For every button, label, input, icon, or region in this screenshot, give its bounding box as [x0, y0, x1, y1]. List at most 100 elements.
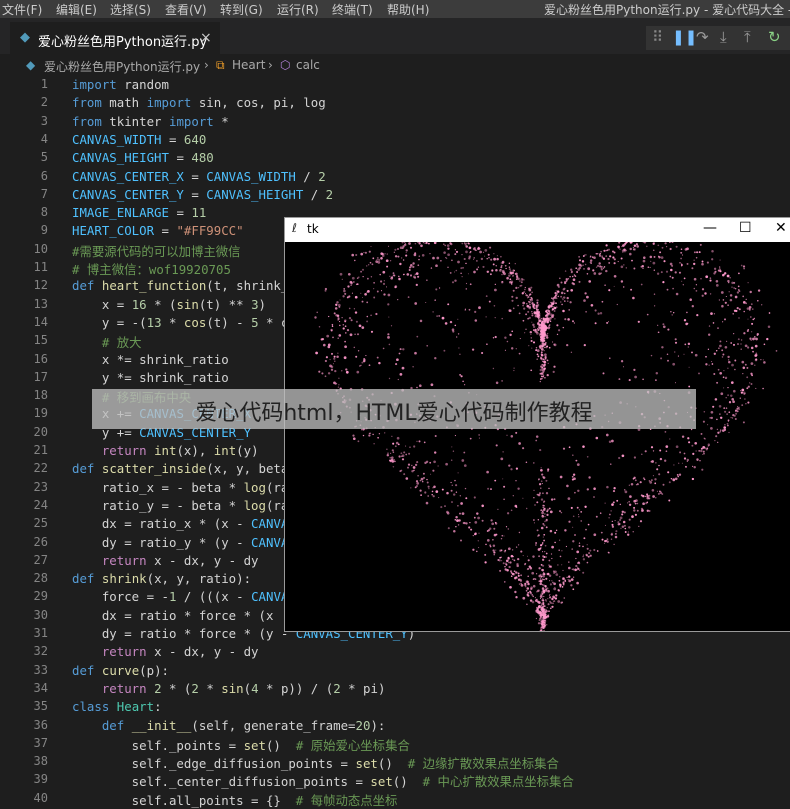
breadcrumb-class[interactable]: Heart [232, 58, 265, 72]
menu-run[interactable]: 运行(R) [277, 1, 319, 18]
menu-go[interactable]: 转到(G) [220, 1, 263, 18]
heart-particle [536, 618, 537, 619]
step-into-icon[interactable]: ⤓ [720, 28, 727, 46]
code-line[interactable]: 33def curve(p): [0, 662, 790, 680]
heart-particle [564, 529, 566, 531]
heart-particle [555, 295, 556, 296]
heart-particle [477, 517, 480, 520]
heart-particle [460, 502, 463, 505]
code-line[interactable]: 7CANVAS_CENTER_Y = CANVAS_HEIGHT / 2 [0, 186, 790, 204]
maximize-button[interactable]: ☐ [739, 220, 752, 236]
line-number: 37 [0, 736, 48, 750]
heart-particle [684, 278, 686, 280]
heart-particle [670, 311, 671, 312]
heart-particle [356, 321, 358, 323]
heart-particle [726, 407, 728, 409]
heart-particle [478, 533, 479, 534]
heart-particle [698, 372, 700, 374]
heart-particle [458, 519, 460, 521]
heart-particle [633, 248, 636, 251]
heart-particle [529, 294, 531, 296]
code-line[interactable]: 4CANVAS_WIDTH = 640 [0, 131, 790, 149]
heart-particle [634, 456, 636, 458]
heart-particle [406, 273, 409, 276]
code-line[interactable]: 39 self._center_diffusion_points = set()… [0, 771, 790, 789]
tk-titlebar[interactable]: ℓ tk — ☐ ✕ [285, 218, 790, 242]
minimize-button[interactable]: — [703, 220, 717, 236]
heart-particle [717, 432, 719, 434]
heart-particle [717, 327, 719, 329]
heart-particle [486, 295, 488, 297]
breadcrumb-method[interactable]: calc [296, 58, 320, 72]
heart-particle [531, 340, 533, 342]
code-line[interactable]: 32 return x - dx, y - dy [0, 643, 790, 661]
heart-particle [507, 435, 508, 436]
step-over-icon[interactable]: ↷ [696, 28, 709, 46]
heart-particle [546, 553, 548, 555]
editor-tab[interactable]: ◆ 爱心粉丝色用Python运行.py × [10, 22, 220, 54]
heart-particle [595, 309, 597, 311]
close-icon[interactable]: × [200, 30, 212, 46]
heart-particle [583, 558, 585, 560]
heart-particle [676, 445, 679, 448]
heart-particle [738, 273, 740, 275]
code-line[interactable]: 3from tkinter import * [0, 113, 790, 131]
heart-particle [538, 318, 539, 319]
heart-particle [553, 582, 556, 585]
code-line[interactable]: 36 def __init__(self, generate_frame=20)… [0, 717, 790, 735]
menu-selection[interactable]: 选择(S) [110, 1, 151, 18]
menu-terminal[interactable]: 终端(T) [332, 1, 373, 18]
heart-particle [559, 584, 562, 587]
code-line[interactable]: 38 self._edge_diffusion_points = set() #… [0, 753, 790, 771]
heart-particle [687, 323, 689, 325]
close-button[interactable]: ✕ [775, 220, 787, 236]
grip-icon[interactable]: ⠿ [652, 28, 663, 46]
heart-particle [653, 450, 654, 451]
code-line[interactable]: 2from math import sin, cos, pi, log [0, 94, 790, 112]
menu-view[interactable]: 查看(V) [165, 1, 207, 18]
menu-help[interactable]: 帮助(H) [387, 1, 429, 18]
heart-particle [562, 310, 565, 313]
heart-particle [723, 274, 725, 276]
heart-particle [547, 598, 548, 599]
code-line[interactable]: 35class Heart: [0, 698, 790, 716]
code-line[interactable]: 6CANVAS_CENTER_X = CANVAS_WIDTH / 2 [0, 168, 790, 186]
line-number: 2 [0, 95, 48, 109]
code-line[interactable]: 34 return 2 * (2 * sin(4 * p)) / (2 * pi… [0, 680, 790, 698]
heart-particle [500, 266, 502, 268]
heart-particle [557, 284, 560, 287]
code-line[interactable]: 40 self.all_points = {} # 每帧动态点坐标 [0, 790, 790, 808]
heart-particle [503, 498, 505, 500]
step-out-icon[interactable]: ⤒ [744, 28, 751, 46]
heart-particle [530, 592, 532, 594]
heart-particle [544, 350, 545, 351]
heart-particle [345, 332, 347, 334]
heart-particle [420, 245, 423, 248]
heart-particle [540, 381, 541, 382]
heart-particle [730, 417, 731, 418]
menu-file[interactable]: 文件(F) [2, 1, 42, 18]
heart-particle [354, 260, 355, 261]
heart-particle [751, 383, 753, 385]
heart-particle [696, 290, 698, 292]
menu-edit[interactable]: 编辑(E) [56, 1, 97, 18]
heart-particle [564, 580, 566, 582]
heart-particle [492, 549, 494, 551]
pause-icon[interactable]: ❚❚ [672, 28, 697, 46]
code-line[interactable]: 5CANVAS_HEIGHT = 480 [0, 149, 790, 167]
heart-particle [682, 254, 683, 255]
code-text: self._points = set() # 原始爱心坐标集合 [72, 736, 410, 754]
restart-icon[interactable]: ↻ [768, 28, 781, 46]
heart-particle [516, 565, 519, 568]
heart-particle [569, 301, 571, 303]
breadcrumb-file[interactable]: 爱心粉丝色用Python运行.py [44, 58, 200, 75]
heart-particle [725, 397, 726, 398]
heart-particle [506, 559, 509, 562]
code-line[interactable]: 37 self._points = set() # 原始爱心坐标集合 [0, 735, 790, 753]
heart-particle [400, 452, 402, 454]
heart-particle [524, 289, 526, 291]
code-line[interactable]: 1import random [0, 76, 790, 94]
line-number: 30 [0, 608, 48, 622]
heart-particle [540, 469, 543, 472]
heart-particle [605, 244, 607, 246]
